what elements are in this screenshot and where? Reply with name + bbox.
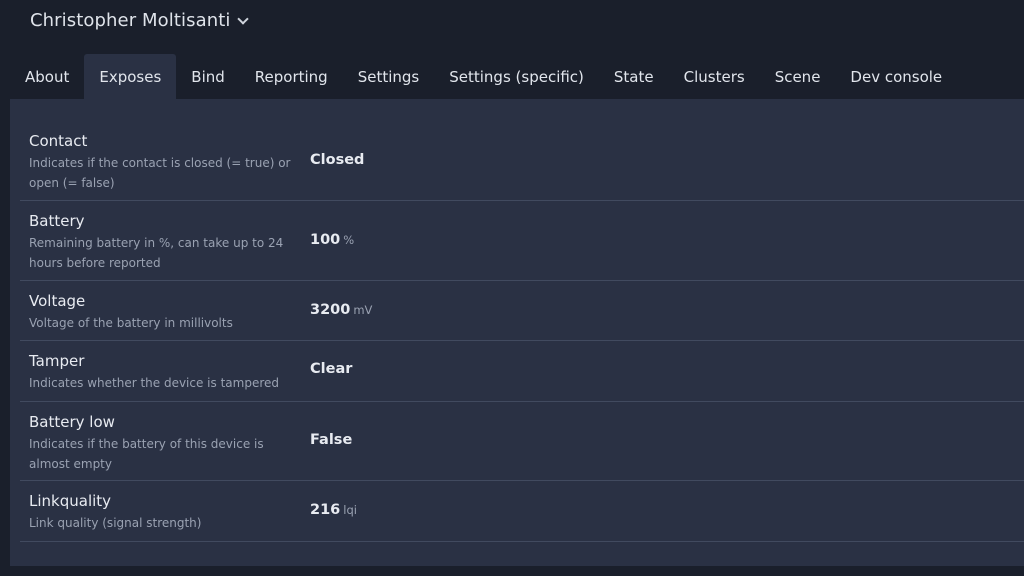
value-text: False bbox=[310, 432, 353, 448]
tab-bind[interactable]: Bind bbox=[176, 54, 240, 99]
expose-row-tamper: Tamper Indicates whether the device is t… bbox=[20, 341, 1024, 402]
expose-row-voltage: Voltage Voltage of the battery in milliv… bbox=[20, 281, 1024, 341]
expose-name: Battery low bbox=[29, 413, 115, 431]
value-unit: lqi bbox=[343, 503, 357, 517]
tab-label: Reporting bbox=[254, 67, 328, 86]
header: Christopher Moltisanti bbox=[0, 0, 1024, 48]
expose-value: 100% bbox=[310, 232, 354, 248]
tab-label: Settings bbox=[357, 67, 420, 86]
expose-description: Remaining battery in %, can take up to 2… bbox=[29, 236, 284, 270]
expose-row-battery-low: Battery low Indicates if the battery of … bbox=[20, 402, 1024, 481]
expose-row-linkquality: Linkquality Link quality (signal strengt… bbox=[20, 481, 1024, 542]
expose-name: Battery bbox=[29, 212, 85, 230]
expose-value: Clear bbox=[310, 361, 352, 377]
value-text: 216 bbox=[310, 502, 341, 518]
expose-description: Indicates if the battery of this device … bbox=[29, 437, 264, 471]
expose-value: 216 lqi bbox=[310, 502, 357, 518]
expose-name: Contact bbox=[29, 132, 88, 150]
tab-settings[interactable]: Settings bbox=[343, 54, 435, 99]
tab-exposes[interactable]: Exposes bbox=[84, 54, 177, 99]
expose-name: Tamper bbox=[29, 352, 85, 370]
value-text: 3200 bbox=[310, 302, 351, 318]
expose-name: Voltage bbox=[29, 292, 86, 310]
tab-clusters[interactable]: Clusters bbox=[669, 54, 760, 99]
value-unit: % bbox=[343, 233, 355, 247]
tab-label: Clusters bbox=[683, 67, 745, 86]
tab-about[interactable]: About bbox=[10, 54, 84, 99]
expose-description: Indicates if the contact is closed (= tr… bbox=[29, 156, 291, 190]
tab-scene[interactable]: Scene bbox=[760, 54, 836, 99]
expose-value: Closed bbox=[310, 152, 364, 168]
tab-label: State bbox=[613, 67, 654, 86]
expose-name: Linkquality bbox=[29, 492, 112, 510]
value-unit: mV bbox=[353, 303, 373, 317]
expose-row-battery: Battery Remaining battery in %, can take… bbox=[20, 201, 1024, 281]
tab-label: About bbox=[25, 67, 70, 86]
expose-description: Voltage of the battery in millivolts bbox=[29, 316, 233, 330]
value-text: Clear bbox=[310, 361, 353, 377]
tab-label: Scene bbox=[774, 67, 821, 86]
expose-description: Indicates whether the device is tampered bbox=[29, 376, 280, 390]
expose-value: 3200 mV bbox=[310, 302, 372, 318]
tab-settings-specific[interactable]: Settings (specific) bbox=[434, 54, 599, 99]
tab-label: Exposes bbox=[99, 67, 162, 86]
tab-label: Settings (specific) bbox=[449, 67, 584, 86]
tab-bar: About Exposes Bind Reporting Settings Se… bbox=[10, 54, 957, 99]
expose-description: Link quality (signal strength) bbox=[29, 516, 202, 530]
expose-value: False bbox=[310, 432, 352, 448]
value-text: Closed bbox=[310, 152, 365, 168]
exposes-panel: Contact Indicates if the contact is clos… bbox=[10, 99, 1024, 566]
exposes-list: Contact Indicates if the contact is clos… bbox=[20, 119, 1024, 542]
value-text: 100 bbox=[310, 232, 341, 248]
device-name: Christopher Moltisanti bbox=[30, 10, 231, 31]
tab-label: Dev console bbox=[850, 67, 943, 86]
chevron-down-icon bbox=[236, 12, 249, 25]
device-selector[interactable]: Christopher Moltisanti bbox=[30, 10, 249, 31]
tab-dev-console[interactable]: Dev console bbox=[835, 54, 957, 99]
tab-label: Bind bbox=[191, 67, 225, 86]
tab-state[interactable]: State bbox=[599, 54, 669, 99]
tab-reporting[interactable]: Reporting bbox=[240, 54, 343, 99]
expose-row-contact: Contact Indicates if the contact is clos… bbox=[20, 119, 1024, 201]
